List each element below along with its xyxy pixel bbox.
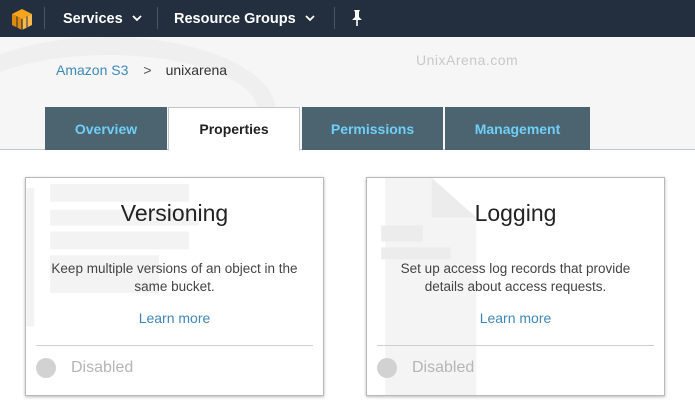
status-indicator: Disabled — [36, 358, 133, 378]
status-indicator: Disabled — [377, 358, 474, 378]
pin-icon[interactable] — [349, 9, 365, 27]
nav-divider — [44, 7, 45, 29]
breadcrumb-amazon-s3[interactable]: Amazon S3 — [56, 62, 128, 78]
status-text: Disabled — [71, 359, 134, 376]
card-title: Versioning — [120, 200, 229, 226]
tab-overview[interactable]: Overview — [45, 107, 167, 150]
status-dot-icon — [36, 358, 56, 378]
learn-more-link-wrap: Learn more — [26, 310, 323, 326]
tab-properties[interactable]: Properties — [168, 107, 300, 151]
versioning-card[interactable]: Versioning Keep multiple versions of an … — [25, 177, 324, 396]
breadcrumb: Amazon S3 > unixarena — [56, 62, 227, 78]
resource-groups-label: Resource Groups — [174, 10, 296, 27]
chevron-down-icon — [305, 15, 315, 22]
services-menu[interactable]: Services — [63, 0, 142, 37]
status-dot-icon — [377, 358, 397, 378]
top-nav-bar: Services Resource Groups — [0, 0, 695, 37]
aws-cube-icon[interactable] — [0, 0, 44, 37]
tab-permissions[interactable]: Permissions — [302, 107, 443, 150]
watermark: UnixArena.com — [416, 52, 519, 68]
nav-divider — [334, 7, 335, 29]
card-description: Set up access log records that provide d… — [400, 261, 631, 294]
card-description: Keep multiple versions of an object in t… — [51, 261, 298, 294]
learn-more-link[interactable]: Learn more — [139, 310, 211, 326]
card-title: Logging — [474, 200, 557, 226]
breadcrumb-separator: > — [143, 62, 152, 78]
breadcrumb-current-bucket: unixarena — [165, 62, 228, 78]
card-divider — [377, 345, 654, 346]
chevron-down-icon — [132, 15, 142, 22]
tab-management[interactable]: Management — [445, 107, 590, 150]
status-text: Disabled — [412, 359, 475, 376]
services-label: Services — [63, 10, 123, 27]
nav-divider — [157, 7, 158, 29]
resource-groups-menu[interactable]: Resource Groups — [174, 0, 315, 37]
card-divider — [36, 345, 313, 346]
learn-more-link[interactable]: Learn more — [480, 310, 552, 326]
logging-card[interactable]: Logging Set up access log records that p… — [366, 177, 665, 396]
learn-more-link-wrap: Learn more — [367, 310, 664, 326]
